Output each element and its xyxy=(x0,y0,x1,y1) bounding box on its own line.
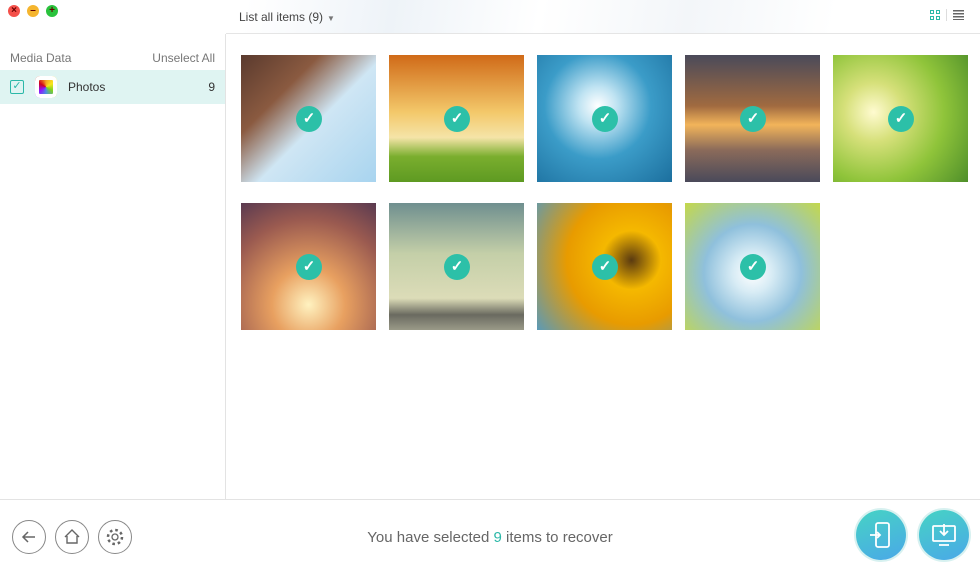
photo-thumbnail[interactable]: ✓ xyxy=(389,55,524,182)
unselect-all-link[interactable]: Unselect All xyxy=(152,51,215,65)
sidebar-item-label: Photos xyxy=(68,80,106,94)
filter-dropdown[interactable]: List all items (9) ▼ xyxy=(239,10,335,24)
photos-app-icon xyxy=(35,76,57,98)
main-header: List all items (9) ▼ xyxy=(226,0,980,34)
check-badge-icon[interactable]: ✓ xyxy=(888,106,914,132)
photo-thumbnail[interactable]: ✓ xyxy=(833,55,968,182)
sidebar-item-photos[interactable]: ✓ Photos 9 xyxy=(0,70,225,104)
check-badge-icon[interactable]: ✓ xyxy=(444,254,470,280)
photo-thumbnail[interactable]: ✓ xyxy=(241,55,376,182)
check-badge-icon[interactable]: ✓ xyxy=(592,106,618,132)
sidebar-item-count: 9 xyxy=(208,80,215,94)
computer-download-icon xyxy=(932,524,956,546)
selected-count: 9 xyxy=(493,529,502,546)
sidebar-header: Media Data xyxy=(10,51,72,65)
phone-import-icon xyxy=(870,522,890,548)
maximize-button[interactable]: + xyxy=(46,5,58,17)
minimize-button[interactable]: – xyxy=(27,5,39,17)
caret-down-icon: ▼ xyxy=(327,14,335,23)
sidebar: Media Data Unselect All ✓ Photos 9 xyxy=(0,34,226,499)
check-badge-icon[interactable]: ✓ xyxy=(296,106,322,132)
check-badge-icon[interactable]: ✓ xyxy=(740,254,766,280)
photo-thumbnail[interactable]: ✓ xyxy=(685,203,820,330)
check-badge-icon[interactable]: ✓ xyxy=(296,254,322,280)
photo-thumbnail[interactable]: ✓ xyxy=(685,55,820,182)
list-view-icon[interactable] xyxy=(953,10,964,20)
check-badge-icon[interactable]: ✓ xyxy=(444,106,470,132)
footer: You have selected 9 items to recover xyxy=(0,499,980,567)
close-button[interactable]: × xyxy=(8,5,20,17)
grid-view-icon[interactable] xyxy=(930,10,940,20)
photo-thumbnail[interactable]: ✓ xyxy=(537,203,672,330)
recover-to-device-button[interactable] xyxy=(856,510,906,560)
recover-to-computer-button[interactable] xyxy=(919,510,969,560)
photo-thumbnail[interactable]: ✓ xyxy=(389,203,524,330)
check-badge-icon[interactable]: ✓ xyxy=(740,106,766,132)
checkbox-checked-icon[interactable]: ✓ xyxy=(10,80,24,94)
filter-label: List all items (9) xyxy=(239,10,324,24)
photo-thumbnail[interactable]: ✓ xyxy=(537,55,672,182)
check-badge-icon[interactable]: ✓ xyxy=(592,254,618,280)
selection-status: You have selected 9 items to recover xyxy=(367,529,613,546)
photo-thumbnail[interactable]: ✓ xyxy=(241,203,376,330)
